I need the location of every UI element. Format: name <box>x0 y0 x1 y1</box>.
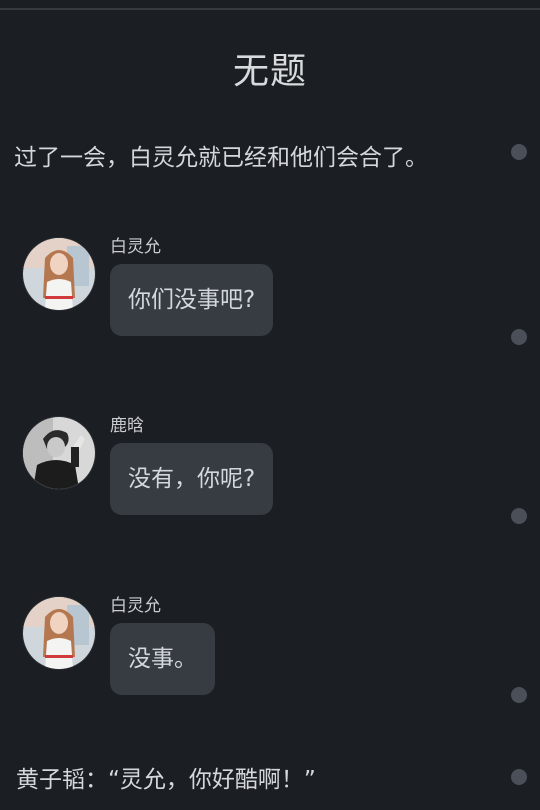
comment-dot-icon[interactable] <box>511 144 527 160</box>
comment-dot-icon[interactable] <box>511 508 527 524</box>
chat-bubble: 没事。 <box>110 623 215 695</box>
top-divider <box>0 0 540 10</box>
comment-dot-icon[interactable] <box>511 329 527 345</box>
story-title: 无题 <box>232 51 307 92</box>
comment-dot-icon[interactable] <box>511 687 527 703</box>
chat-bubble: 你们没事吧? <box>110 264 274 336</box>
male-avatar-icon[interactable] <box>23 417 95 489</box>
sender-name: 白灵允 <box>110 596 161 616</box>
female-avatar-icon[interactable] <box>23 597 95 669</box>
female-avatar-icon[interactable] <box>23 238 95 310</box>
narration-text: 过了一会，白灵允就已经和他们会合了。 <box>14 145 428 171</box>
sender-name: 白灵允 <box>110 237 161 257</box>
sender-name: 鹿晗 <box>110 416 144 436</box>
chat-bubble: 没有，你呢? <box>110 443 274 515</box>
comment-dot-icon[interactable] <box>511 769 527 785</box>
narration-text: 黄子韬：“灵允，你好酷啊！” <box>16 767 316 793</box>
